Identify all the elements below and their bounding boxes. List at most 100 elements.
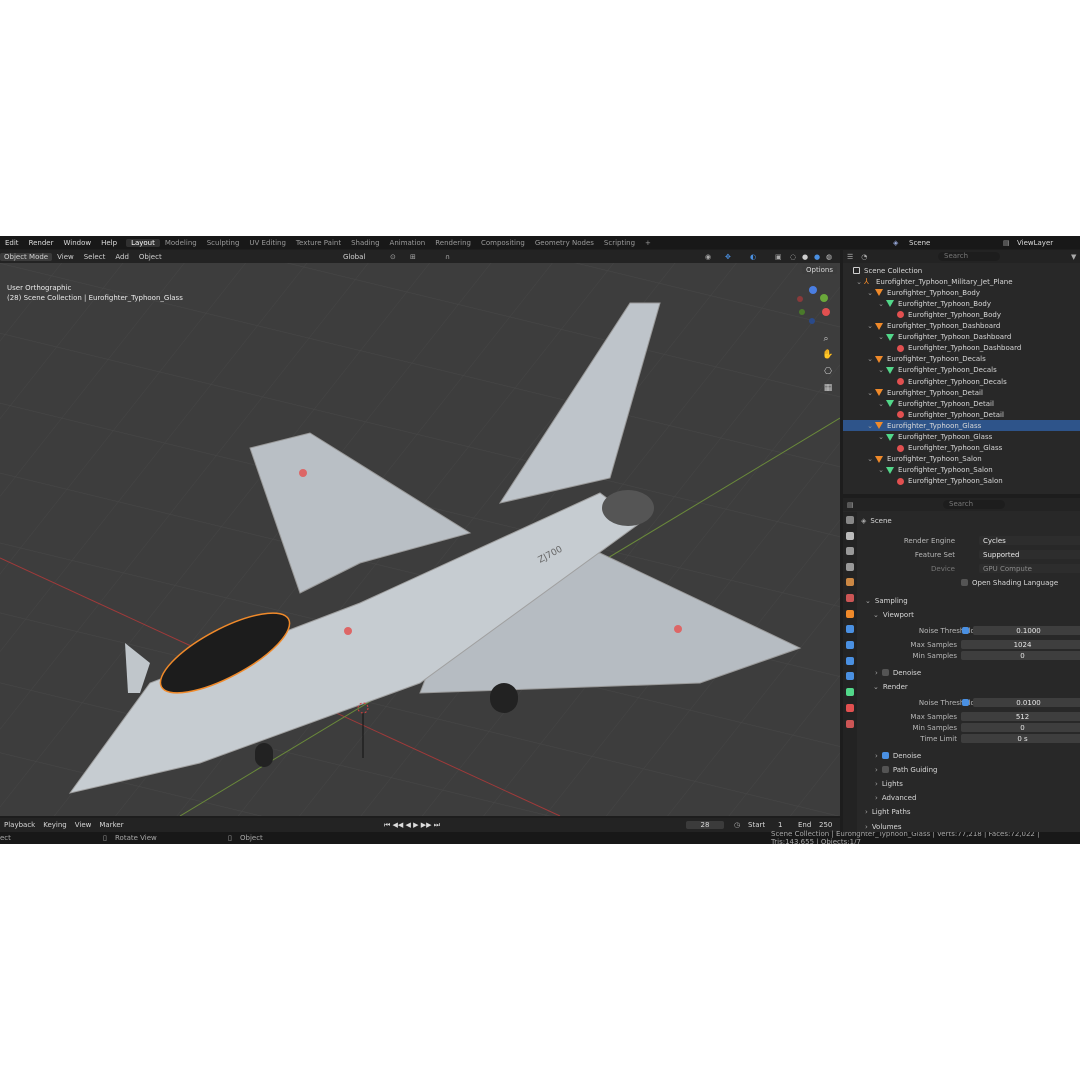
outliner-row[interactable]: ⌄ Eurofighter_Typhoon_Body (843, 287, 1080, 298)
tab-texture-paint[interactable]: Texture Paint (291, 239, 346, 247)
filter-icon[interactable]: ▼ (1071, 253, 1076, 261)
tab-geometry-nodes[interactable]: Geometry Nodes (530, 239, 599, 247)
scene-selector[interactable]: Scene (904, 239, 935, 247)
vp-denoise-row[interactable]: › Denoise (875, 667, 1080, 678)
path-guiding-checkbox[interactable] (881, 766, 889, 773)
outliner-row[interactable]: Scene Collection (843, 265, 1080, 276)
r-denoise-row[interactable]: › Denoise (875, 750, 1080, 761)
r-max-samples-field[interactable]: 512 (961, 712, 1080, 721)
visibility-icon[interactable]: ◉ (700, 253, 716, 261)
outliner-row[interactable]: Eurofighter_Typhoon_Body (843, 309, 1080, 320)
vp-noise-threshold-checkbox[interactable] (962, 627, 969, 634)
outliner-row[interactable]: Eurofighter_Typhoon_Decals (843, 376, 1080, 387)
chevron-down-icon[interactable]: ⌄ (843, 422, 875, 430)
chevron-down-icon[interactable]: ⌄ (843, 366, 886, 374)
editor-type-icon[interactable]: ☰ (843, 253, 857, 261)
menu-select[interactable]: Select (79, 253, 111, 261)
tab-compositing[interactable]: Compositing (476, 239, 530, 247)
options-dropdown[interactable]: Options (802, 266, 838, 274)
r-time-limit-field[interactable]: 0 s (961, 734, 1080, 743)
start-frame-field[interactable]: 1 (774, 821, 786, 829)
feature-set-dropdown[interactable]: Supported (979, 550, 1080, 559)
viewlayer-selector[interactable]: ViewLayer (1012, 239, 1058, 247)
overlay-icon[interactable]: ◐ (745, 253, 761, 261)
outliner-row[interactable]: Eurofighter_Typhoon_Dashboard (843, 343, 1080, 354)
ortho-grid-icon[interactable]: ▦ (824, 383, 833, 393)
outliner-row[interactable]: ⌄ Eurofighter_Typhoon_Decals (843, 354, 1080, 365)
chevron-down-icon[interactable]: ⌄ (843, 400, 886, 408)
outliner-row[interactable]: ⌄ Eurofighter_Typhoon_Detail (843, 387, 1080, 398)
r-noise-threshold-field[interactable]: 0.0100 (973, 698, 1080, 707)
marker-menu[interactable]: Marker (95, 821, 127, 829)
timeline-view-menu[interactable]: View (71, 821, 96, 829)
modifier-tab-icon[interactable] (846, 625, 854, 633)
chevron-down-icon[interactable]: ⌄ (843, 466, 886, 474)
shading-rendered-icon[interactable]: ◍ (821, 253, 837, 261)
chevron-down-icon[interactable]: ⌄ (843, 355, 875, 363)
add-workspace-button[interactable]: + (640, 239, 656, 247)
properties-search-input[interactable]: Search (943, 500, 1005, 509)
camera-view-icon[interactable]: ⎔ (824, 367, 832, 377)
chevron-down-icon[interactable]: ⌄ (843, 278, 864, 286)
path-guiding-row[interactable]: › Path Guiding (875, 764, 1080, 775)
tab-sculpting[interactable]: Sculpting (202, 239, 245, 247)
chevron-down-icon[interactable]: ⌄ (843, 455, 875, 463)
current-frame-field[interactable]: 28 (686, 821, 724, 829)
transform-orientation-dropdown[interactable]: Global (338, 253, 370, 261)
scene-tab-icon[interactable] (846, 578, 854, 586)
properties-editor-icon[interactable]: ▤ (843, 501, 858, 509)
tab-shading[interactable]: Shading (346, 239, 384, 247)
texture-tab-icon[interactable] (846, 720, 854, 728)
viewport-subsection[interactable]: ⌄ Viewport (873, 609, 1080, 620)
end-frame-field[interactable]: 250 (815, 821, 836, 829)
playback-controls[interactable]: ⏮ ◀◀ ◀ ▶ ▶▶ ⏭ (380, 821, 444, 830)
menu-add[interactable]: Add (110, 253, 134, 261)
chevron-down-icon[interactable]: ⌄ (843, 289, 875, 297)
playback-menu[interactable]: Playback (0, 821, 39, 829)
tab-layout[interactable]: Layout (126, 238, 160, 247)
data-tab-icon[interactable] (846, 688, 854, 696)
object-mode-dropdown[interactable]: Object Mode (0, 252, 53, 261)
osl-checkbox[interactable] (961, 579, 968, 586)
outliner-row[interactable]: Eurofighter_Typhoon_Salon (843, 476, 1080, 487)
outliner-row[interactable]: ⌄ Eurofighter_Typhoon_Salon (843, 454, 1080, 465)
render-subsection[interactable]: ⌄ Render (873, 681, 1080, 692)
proportional-edit-icon[interactable]: ∩ (440, 253, 455, 261)
material-tab-icon[interactable] (846, 704, 854, 712)
menu-view[interactable]: View (52, 253, 79, 261)
lights-row[interactable]: › Lights (875, 778, 1080, 789)
light-paths-row[interactable]: › Light Paths (865, 806, 1080, 817)
outliner-row[interactable]: ⌄ ⅄ Eurofighter_Typhoon_Military_Jet_Plane (843, 276, 1080, 287)
3d-viewport[interactable]: ZJ700 ⌕ ✋ ⎔ ▦ User Orthographic (28) Sce… (0, 263, 840, 816)
chevron-down-icon[interactable]: ⌄ (843, 433, 886, 441)
render-tab-icon[interactable] (846, 532, 854, 540)
chevron-down-icon[interactable]: ⌄ (843, 389, 875, 397)
chevron-down-icon[interactable]: ⌄ (843, 300, 886, 308)
constraints-tab-icon[interactable] (846, 672, 854, 680)
advanced-row[interactable]: › Advanced (875, 792, 1080, 803)
outliner-row[interactable]: Eurofighter_Typhoon_Detail (843, 409, 1080, 420)
snap-icon[interactable]: ⊞ (405, 253, 421, 261)
world-tab-icon[interactable] (846, 594, 854, 602)
vp-noise-threshold-field[interactable]: 0.1000 (973, 626, 1080, 635)
volumes-row[interactable]: › Volumes (865, 821, 1080, 832)
menu-render[interactable]: Render (24, 239, 59, 247)
menu-object[interactable]: Object (134, 253, 167, 261)
outliner-row[interactable]: ⌄ Eurofighter_Typhoon_Dashboard (843, 321, 1080, 332)
outliner-row[interactable]: ⌄ Eurofighter_Typhoon_Dashboard (843, 332, 1080, 343)
chevron-down-icon[interactable]: ⌄ (843, 322, 875, 330)
tab-modeling[interactable]: Modeling (160, 239, 202, 247)
tab-uv-editing[interactable]: UV Editing (244, 239, 291, 247)
outliner-row[interactable]: Eurofighter_Typhoon_Glass (843, 443, 1080, 454)
outliner-row[interactable]: ⌄ Eurofighter_Typhoon_Decals (843, 365, 1080, 376)
outliner-row[interactable]: ⌄ Eurofighter_Typhoon_Glass (843, 420, 1080, 432)
object-tab-icon[interactable] (846, 610, 854, 618)
vp-min-samples-field[interactable]: 0 (961, 651, 1080, 660)
r-denoise-checkbox[interactable] (881, 752, 889, 759)
pan-hand-icon[interactable]: ✋ (822, 348, 833, 360)
render-engine-dropdown[interactable]: Cycles (979, 536, 1080, 545)
menu-window[interactable]: Window (58, 239, 96, 247)
r-min-samples-field[interactable]: 0 (961, 723, 1080, 732)
outliner-row[interactable]: ⌄ Eurofighter_Typhoon_Glass (843, 432, 1080, 443)
particles-tab-icon[interactable] (846, 641, 854, 649)
